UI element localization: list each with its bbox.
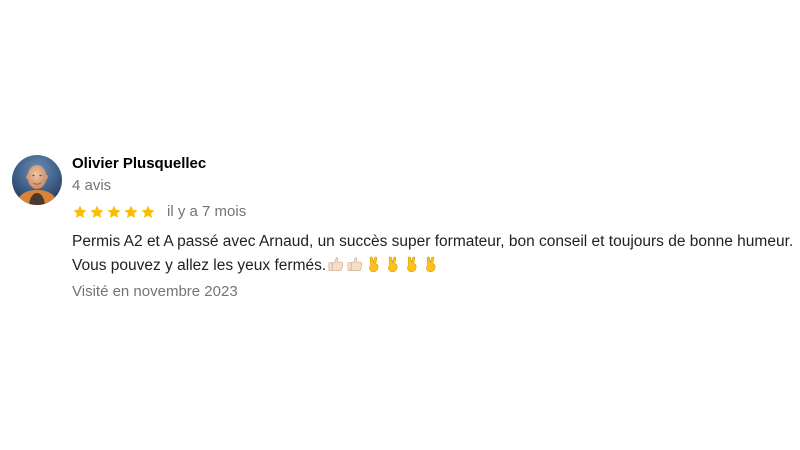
visit-date: Visité en novembre 2023 xyxy=(72,283,238,300)
victory-hand-icon xyxy=(422,255,440,273)
star-icon xyxy=(72,204,88,220)
victory-hand-icon xyxy=(365,255,383,273)
avatar[interactable] xyxy=(12,155,62,205)
star-icon xyxy=(123,204,139,220)
victory-hand-icon xyxy=(384,255,402,273)
review-content: Olivier Plusquellec 4 avis il y a 7 mois… xyxy=(72,153,796,302)
review-text: Permis A2 et A passé avec Arnaud, un suc… xyxy=(72,230,796,278)
star-icon xyxy=(106,204,122,220)
thumbs-up-icon xyxy=(346,255,364,273)
victory-hand-icon xyxy=(403,255,421,273)
star-icon xyxy=(140,204,156,220)
author-name[interactable]: Olivier Plusquellec xyxy=(72,154,796,174)
rating-row: il y a 7 mois xyxy=(72,201,796,223)
review-date: il y a 7 mois xyxy=(167,203,247,220)
thumbs-up-icon xyxy=(327,255,345,273)
review-count[interactable]: 4 avis xyxy=(72,176,796,196)
star-icon xyxy=(89,204,105,220)
star-rating xyxy=(72,204,156,220)
